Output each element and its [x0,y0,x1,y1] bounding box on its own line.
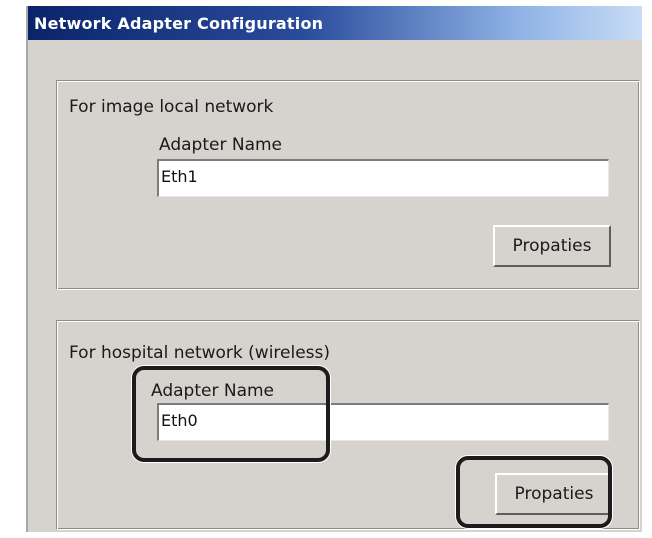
adapter-name-value-hospital: Eth0 [161,411,198,430]
window-title: Network Adapter Configuration [34,14,324,33]
hospital-network-label: For hospital network (wireless) [69,343,331,363]
adapter-name-label-image: Adapter Name [159,135,283,155]
adapter-name-label-hospital: Adapter Name [151,381,275,401]
adapter-name-field-image[interactable]: Eth1 [157,159,609,197]
properties-button-image[interactable]: Propaties [493,225,611,267]
hospital-network-group: For hospital network (wireless) Adapter … [56,320,640,530]
image-local-network-label: For image local network [69,97,274,117]
title-bar: Network Adapter Configuration [28,6,642,40]
adapter-name-field-hospital[interactable]: Eth0 [157,403,609,441]
adapter-name-value-image: Eth1 [161,167,198,186]
network-adapter-config-window: Network Adapter Configuration For image … [26,6,642,532]
properties-button-hospital[interactable]: Propaties [495,473,613,515]
image-local-network-group: For image local network Adapter Name Eth… [56,80,640,290]
